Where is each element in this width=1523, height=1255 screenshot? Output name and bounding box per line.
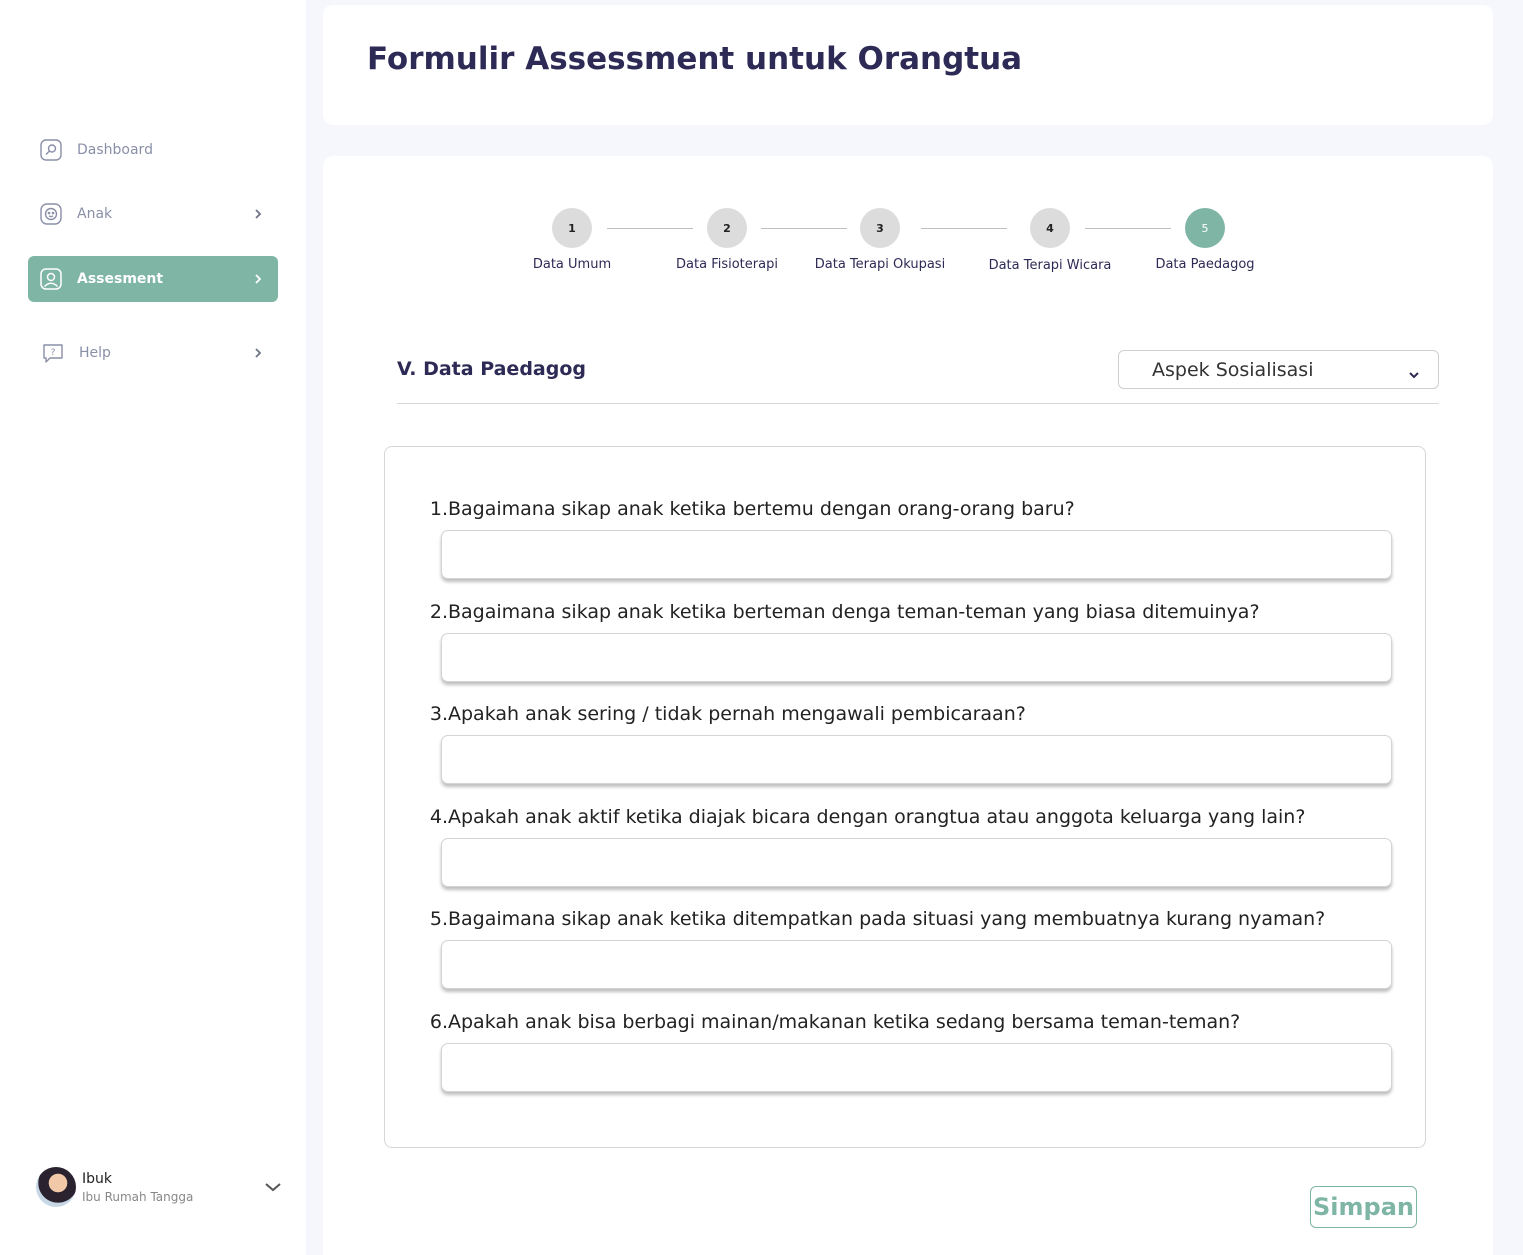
- step-number: 1: [552, 208, 592, 248]
- question-text: Bagaimana sikap anak ketika bertemu deng…: [448, 498, 1075, 520]
- divider: [397, 403, 1439, 404]
- answer-input-3[interactable]: [441, 735, 1392, 784]
- question-number: 2.: [429, 601, 448, 623]
- user-assessment-icon: [39, 267, 63, 291]
- question-text: Apakah anak sering / tidak pernah mengaw…: [448, 703, 1026, 725]
- question-item: 5. Bagaimana sikap anak ketika ditempatka…: [425, 908, 1395, 989]
- question-text: Apakah anak bisa berbagi mainan/makanan …: [448, 1011, 1241, 1033]
- save-button[interactable]: Simpan: [1310, 1186, 1417, 1228]
- chevron-down-icon[interactable]: [264, 1178, 282, 1197]
- sidebar-item-help[interactable]: ? Help: [28, 330, 278, 376]
- question-number: 6.: [429, 1011, 448, 1033]
- questions-panel: 1. Bagaimana sikap anak ketika bertemu de…: [384, 446, 1426, 1148]
- question-text: Apakah anak aktif ketika diajak bicara d…: [448, 806, 1306, 828]
- step-label: Data Umum: [532, 257, 612, 272]
- step-data-terapi-wicara[interactable]: 4 Data Terapi Wicara: [980, 208, 1120, 273]
- step-number: 2: [707, 208, 747, 248]
- question-text: Bagaimana sikap anak ketika berteman den…: [448, 601, 1260, 623]
- sidebar-item-anak[interactable]: Anak: [28, 191, 278, 237]
- step-number: 4: [1030, 208, 1070, 248]
- sidebar: Dashboard Anak Assesment ? Help Ibuk Ibu…: [0, 0, 306, 1255]
- answer-input-6[interactable]: [441, 1043, 1392, 1092]
- sidebar-item-label: Anak: [77, 206, 113, 222]
- main-form-card: 1 Data Umum 2 Data Fisioterapi 3 Data Te…: [323, 156, 1493, 1255]
- step-label: Data Terapi Wicara: [988, 258, 1112, 273]
- sidebar-item-dashboard[interactable]: Dashboard: [28, 127, 278, 173]
- sidebar-item-assessment[interactable]: Assesment: [28, 256, 278, 302]
- help-icon: ?: [41, 341, 65, 365]
- question-number: 3.: [429, 703, 448, 725]
- answer-input-2[interactable]: [441, 633, 1392, 682]
- step-data-terapi-okupasi[interactable]: 3 Data Terapi Okupasi: [810, 208, 950, 272]
- question-item: 3. Apakah anak sering / tidak pernah meng…: [425, 703, 1395, 784]
- section-title: V. Data Paedagog: [397, 358, 586, 380]
- dashboard-icon: [39, 138, 63, 162]
- step-number: 3: [860, 208, 900, 248]
- aspect-select[interactable]: Aspek Sosialisasi: [1118, 350, 1439, 389]
- answer-input-4[interactable]: [441, 838, 1392, 887]
- chevron-down-icon: [1408, 363, 1420, 385]
- answer-input-5[interactable]: [441, 940, 1392, 989]
- question-item: 4. Apakah anak aktif ketika diajak bicara…: [425, 806, 1395, 887]
- sidebar-item-label: Help: [79, 345, 111, 361]
- user-profile[interactable]: Ibuk Ibu Rumah Tangga: [36, 1164, 282, 1210]
- child-face-icon: [39, 202, 63, 226]
- question-item: 6. Apakah anak bisa berbagi mainan/makana…: [425, 1011, 1395, 1092]
- avatar: [36, 1167, 76, 1207]
- user-name: Ibuk: [82, 1170, 112, 1187]
- question-item: 1. Bagaimana sikap anak ketika bertemu de…: [425, 498, 1395, 579]
- step-number: 5: [1185, 208, 1225, 248]
- aspect-select-value: Aspek Sosialisasi: [1152, 358, 1314, 381]
- step-label: Data Fisioterapi: [676, 257, 778, 272]
- step-label: Data Paedagog: [1155, 257, 1255, 272]
- question-number: 4.: [429, 806, 448, 828]
- step-data-fisioterapi[interactable]: 2 Data Fisioterapi: [657, 208, 797, 272]
- step-label: Data Terapi Okupasi: [814, 257, 946, 272]
- answer-input-1[interactable]: [441, 530, 1392, 579]
- sidebar-item-label: Dashboard: [77, 142, 153, 158]
- header: Formulir Assessment untuk Orangtua: [323, 5, 1493, 125]
- chevron-right-icon: [246, 202, 270, 226]
- step-data-paedagog[interactable]: 5 Data Paedagog: [1135, 208, 1275, 272]
- question-number: 5.: [429, 908, 448, 930]
- user-role: Ibu Rumah Tangga: [82, 1189, 194, 1204]
- question-item: 2. Bagaimana sikap anak ketika berteman d…: [425, 601, 1395, 682]
- question-number: 1.: [429, 498, 448, 520]
- page-title: Formulir Assessment untuk Orangtua: [367, 41, 1023, 77]
- svg-text:?: ?: [51, 348, 56, 358]
- step-data-umum[interactable]: 1 Data Umum: [502, 208, 642, 272]
- chevron-right-icon: [246, 341, 270, 365]
- chevron-right-icon: [246, 267, 270, 291]
- sidebar-item-label: Assesment: [77, 271, 164, 287]
- question-text: Bagaimana sikap anak ketika ditempatkan …: [448, 908, 1326, 930]
